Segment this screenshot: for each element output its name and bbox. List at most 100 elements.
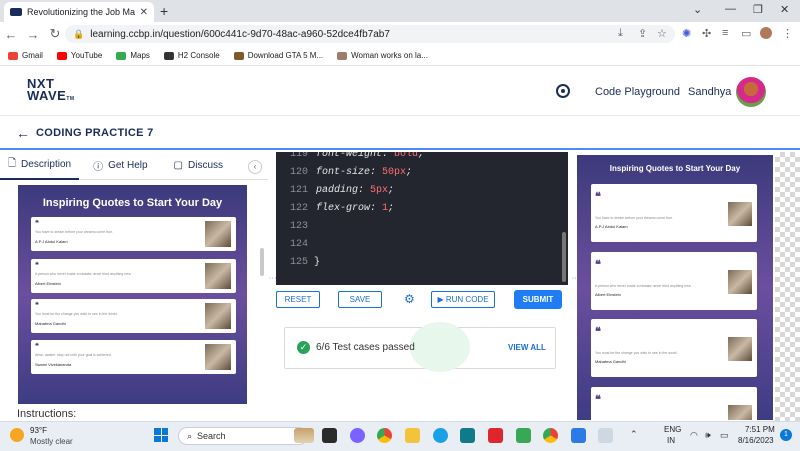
- clock-date[interactable]: 8/16/2023: [738, 436, 774, 445]
- page-icon: [337, 51, 348, 60]
- restore-icon[interactable]: ❐: [753, 3, 763, 16]
- language-region[interactable]: IN: [667, 436, 675, 445]
- media-queue-icon[interactable]: ≡: [722, 27, 728, 39]
- view-all-link[interactable]: VIEW ALL: [508, 343, 546, 352]
- photos-icon[interactable]: [571, 428, 586, 443]
- search-highlight-icon[interactable]: [294, 428, 314, 443]
- bookmark-star-icon[interactable]: ☆: [657, 27, 667, 40]
- snipping-tool-icon[interactable]: [598, 428, 613, 443]
- quote-card: ❝ Arise, awake, stop not until your goal…: [31, 340, 236, 374]
- bookmark-gmail[interactable]: Gmail: [8, 51, 43, 60]
- back-arrow-icon[interactable]: ←: [16, 125, 30, 141]
- taskbar-search[interactable]: ⌕ Search: [178, 427, 308, 445]
- tab-discuss[interactable]: ▢ Discuss: [166, 152, 231, 180]
- search-icon: ⌕: [187, 430, 193, 441]
- editor-scrollbar[interactable]: [562, 232, 566, 282]
- tab-description[interactable]: 🗋 Description: [0, 152, 80, 180]
- chrome-profile-icon[interactable]: [543, 428, 558, 443]
- quote-mark-icon: ❝: [35, 302, 39, 309]
- quote-card: ❝ A person who never made a mistake neve…: [31, 259, 236, 293]
- notes-icon[interactable]: [516, 428, 531, 443]
- document-icon: 🗋: [8, 158, 17, 169]
- line-number: 122: [289, 203, 308, 214]
- wps-office-icon[interactable]: [488, 428, 503, 443]
- tab-title: Revolutionizing the Job Market | N: [27, 7, 135, 17]
- code-playground-link[interactable]: Code Playground: [595, 86, 680, 98]
- author-photo: [205, 344, 231, 370]
- bookmark-woman-works[interactable]: Woman works on la...: [337, 51, 428, 60]
- volume-icon[interactable]: 🕪: [705, 430, 711, 441]
- bookmark-gta[interactable]: Download GTA 5 M...: [233, 51, 323, 60]
- avatar[interactable]: [736, 77, 766, 107]
- back-icon[interactable]: ←: [0, 27, 22, 42]
- page-title: CODING PRACTICE 7: [36, 127, 154, 139]
- file-explorer-icon[interactable]: [405, 428, 420, 443]
- line-number: 123: [289, 221, 308, 232]
- side-panel-icon[interactable]: ▭: [741, 27, 751, 40]
- wifi-icon[interactable]: ◠: [690, 430, 698, 441]
- left-panel-tabs: 🗋 Description ⓘ Get Help ▢ Discuss: [0, 152, 268, 180]
- extensions-puzzle-icon[interactable]: ✣: [702, 27, 711, 40]
- weather-moon-icon[interactable]: [10, 428, 24, 442]
- output-preview: Inspiring Quotes to Start Your Day ❝ You…: [577, 155, 773, 420]
- chrome-icon[interactable]: [377, 428, 392, 443]
- check-circle-icon: ✓: [297, 341, 310, 354]
- bookmarks-bar: Gmail YouTube Maps H2 Console Download G…: [0, 46, 800, 66]
- share-icon[interactable]: ⇪: [638, 27, 647, 40]
- forward-icon[interactable]: →: [22, 27, 44, 42]
- browser-tab[interactable]: Revolutionizing the Job Market | N ✕: [4, 2, 154, 22]
- windows-start-icon[interactable]: [154, 428, 168, 442]
- gmail-icon: [8, 51, 18, 60]
- submit-button[interactable]: SUBMIT: [514, 290, 562, 309]
- help-circle-icon: ⓘ: [93, 162, 104, 173]
- address-bar[interactable]: 🔒 learning.ccbp.in/question/600c441c-9d7…: [65, 25, 675, 43]
- download-icon[interactable]: ⤓: [618, 27, 623, 40]
- minimize-icon[interactable]: —: [725, 3, 736, 15]
- code-editor[interactable]: 119 font-weight: bold; 120 font-size: 50…: [276, 152, 568, 285]
- edge-icon[interactable]: [433, 428, 448, 443]
- close-tab-icon[interactable]: ✕: [140, 7, 148, 18]
- timer-icon[interactable]: [556, 84, 570, 98]
- reload-icon[interactable]: ↻: [44, 26, 66, 42]
- clock-time[interactable]: 7:51 PM: [745, 425, 775, 434]
- browser-menu-icon[interactable]: ⋮: [782, 27, 793, 40]
- bookmark-youtube[interactable]: YouTube: [56, 51, 102, 60]
- reset-button[interactable]: RESET: [276, 291, 320, 308]
- author-photo: [728, 270, 752, 294]
- settings-gear-icon[interactable]: ⚙: [404, 292, 415, 306]
- weather-condition[interactable]: Mostly clear: [30, 437, 73, 446]
- weather-temperature[interactable]: 93°F: [30, 426, 47, 435]
- chevron-down-icon[interactable]: ⌄: [693, 3, 702, 16]
- line-number: 124: [289, 239, 308, 250]
- author-photo: [205, 303, 231, 329]
- collapse-panel-icon[interactable]: ‹: [248, 160, 262, 174]
- bookmark-maps[interactable]: Maps: [116, 51, 150, 60]
- store-icon[interactable]: [460, 428, 475, 443]
- language-indicator[interactable]: ENG: [664, 425, 681, 434]
- show-hidden-icons-chevron-icon[interactable]: ⌃: [630, 429, 638, 440]
- profile-avatar-icon[interactable]: [760, 27, 772, 39]
- preview-title: Inspiring Quotes to Start Your Day: [609, 164, 741, 173]
- extension-gear-icon[interactable]: ✺: [682, 27, 691, 40]
- chat-app-icon[interactable]: [350, 428, 365, 443]
- author-photo: [728, 405, 752, 420]
- description-preview-image: Inspiring Quotes to Start Your Day ❝ You…: [18, 185, 247, 404]
- nxtwave-logo[interactable]: NXT WAVETM: [27, 77, 75, 105]
- close-window-icon[interactable]: ✕: [780, 3, 789, 16]
- author-photo: [205, 263, 231, 289]
- code-line: flex-grow: 1;: [316, 203, 395, 214]
- run-code-button[interactable]: ▶ RUN CODE: [431, 291, 495, 308]
- tab-get-help[interactable]: ⓘ Get Help: [85, 152, 155, 180]
- new-tab-icon[interactable]: +: [160, 3, 168, 19]
- user-name[interactable]: Sandhya: [688, 86, 731, 98]
- code-line: font-size: 50px;: [316, 167, 413, 178]
- notification-badge[interactable]: 1: [780, 429, 792, 441]
- author-photo: [728, 337, 752, 361]
- line-number: 121: [289, 185, 308, 196]
- gta-icon: [233, 51, 244, 60]
- task-view-icon[interactable]: [322, 428, 337, 443]
- left-panel-scrollbar[interactable]: [260, 248, 264, 276]
- save-button[interactable]: SAVE: [338, 291, 382, 308]
- battery-icon[interactable]: ▭: [720, 430, 729, 441]
- bookmark-h2-console[interactable]: H2 Console: [163, 51, 220, 60]
